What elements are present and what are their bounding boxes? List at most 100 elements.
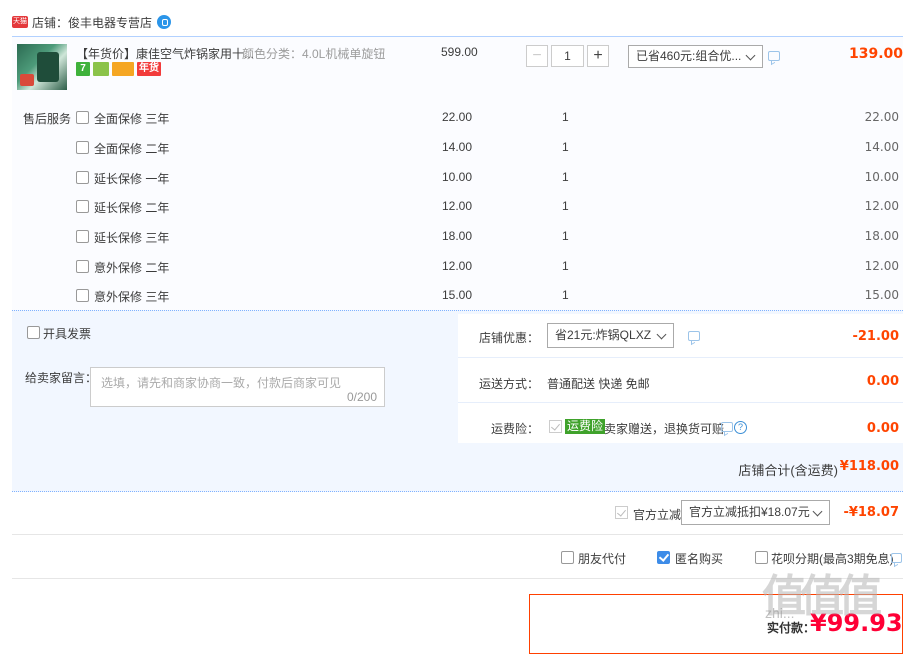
divider: [458, 402, 903, 403]
item-promo-value: 已省460元:组合优...: [636, 49, 742, 63]
official-discount-label: 官方立减: [633, 508, 682, 522]
service-total: 12.00: [864, 199, 899, 213]
chevron-down-icon: [745, 50, 756, 61]
chevron-down-icon: [812, 506, 823, 517]
anonymous-purchase-label[interactable]: 匿名购买: [675, 550, 723, 567]
service-row: 延长保修 二年 12.00 1 12.00: [0, 197, 911, 217]
chevron-down-icon: [656, 329, 667, 340]
delivery-value: 普通配送 快递 免邮: [547, 377, 650, 391]
service-price: 12.00: [442, 199, 473, 213]
shop-total-value: ¥118.00: [839, 459, 899, 474]
service-qty: 1: [562, 229, 569, 243]
divider: [12, 534, 903, 535]
shop-discount-select[interactable]: 省21元:炸锅QLXZ: [547, 323, 674, 348]
friend-pay-checkbox[interactable]: [561, 551, 574, 564]
service-qty: 1: [562, 110, 569, 124]
service-checkbox[interactable]: [76, 230, 89, 243]
help-question-icon[interactable]: ?: [734, 421, 747, 434]
qty-plus-button[interactable]: +: [587, 45, 609, 67]
qty-minus-button[interactable]: −: [526, 45, 548, 67]
official-discount-checkbox: [615, 506, 628, 519]
service-checkbox[interactable]: [76, 141, 89, 154]
service-price: 12.00: [442, 259, 473, 273]
invoice-checkbox[interactable]: [27, 326, 40, 339]
freight-insurance-text: 卖家赠送，退换货可赔: [604, 422, 725, 436]
service-name: 延长保修 二年: [94, 201, 170, 215]
delivery-label: 运送方式：: [479, 377, 540, 391]
seven-day-return-badge[interactable]: 7: [76, 62, 90, 76]
service-qty: 1: [562, 140, 569, 154]
service-name: 意外保修 二年: [94, 261, 170, 275]
service-total: 18.00: [864, 229, 899, 243]
service-total: 10.00: [864, 170, 899, 184]
service-checkbox[interactable]: [76, 171, 89, 184]
qty-input[interactable]: 1: [551, 45, 584, 67]
service-row: 意外保修 三年 15.00 1 15.00: [0, 286, 911, 306]
service-qty: 1: [562, 259, 569, 273]
service-qty: 1: [562, 199, 569, 213]
service-total: 15.00: [864, 288, 899, 302]
seller-memo-textarea[interactable]: 选填，请先和商家协商一致，付款后商家可见 0/200: [90, 367, 385, 407]
card-payment-badge-icon[interactable]: [112, 62, 134, 76]
service-checkbox[interactable]: [76, 200, 89, 213]
official-discount-amount: -¥18.07: [843, 505, 899, 520]
service-price: 10.00: [442, 170, 473, 184]
service-checkbox[interactable]: [76, 111, 89, 124]
service-row: 全面保修 三年 22.00 1 22.00: [0, 108, 911, 128]
product-badges: 7 年货: [76, 62, 161, 76]
service-name: 全面保修 三年: [94, 112, 170, 126]
shop-discount-amount: -21.00: [852, 329, 899, 344]
invoice-label: 开具发票: [43, 327, 92, 341]
product-title[interactable]: 【年货价】康佳空气炸锅家用十...: [76, 45, 254, 62]
service-row: 延长保修 三年 18.00 1 18.00: [0, 227, 911, 247]
item-subtotal: 139.00: [849, 46, 904, 62]
official-discount-select[interactable]: 官方立减抵扣¥18.07元: [681, 500, 830, 525]
official-discount-value: 官方立减抵扣¥18.07元: [689, 505, 810, 519]
service-total: 22.00: [864, 110, 899, 124]
service-name: 全面保修 二年: [94, 142, 170, 156]
service-price: 14.00: [442, 140, 473, 154]
service-name: 延长保修 三年: [94, 231, 170, 245]
service-row: 全面保修 二年 14.00 1 14.00: [0, 138, 911, 158]
memo-placeholder: 选填，请先和商家协商一致，付款后商家可见: [101, 376, 342, 390]
freight-insurance-label: 运费险：: [491, 422, 540, 436]
service-total: 12.00: [864, 259, 899, 273]
freight-insurance-checkbox: [549, 420, 562, 433]
service-checkbox[interactable]: [76, 289, 89, 302]
wangwang-chat-icon[interactable]: [157, 15, 172, 29]
item-promo-select[interactable]: 已省460元:组合优...: [628, 45, 763, 68]
shop-discount-value: 省21元:炸锅QLXZ: [555, 328, 652, 342]
freight-amount: 0.00: [866, 421, 899, 436]
service-name: 延长保修 一年: [94, 172, 170, 186]
unit-price: 599.00: [441, 45, 478, 59]
friend-pay-label[interactable]: 朋友代付: [578, 550, 626, 567]
shop-header: 天猫 店铺：俊丰电器专营店: [12, 12, 172, 32]
service-row: 延长保修 一年 10.00 1 10.00: [0, 168, 911, 188]
freight-insurance-tag: 运费险: [565, 419, 606, 434]
service-qty: 1: [562, 288, 569, 302]
guarantee-badge-icon[interactable]: [93, 62, 109, 76]
shop-total-label: 店铺合计(含运费): [738, 463, 838, 478]
service-name: 意外保修 三年: [94, 290, 170, 304]
product-thumbnail[interactable]: [17, 44, 67, 90]
watermark-site: zhi...: [765, 605, 795, 621]
discount-info-icon[interactable]: [688, 331, 700, 341]
service-qty: 1: [562, 170, 569, 184]
service-price: 18.00: [442, 229, 473, 243]
anonymous-purchase-checkbox[interactable]: [657, 551, 670, 564]
service-row: 意外保修 二年 12.00 1 12.00: [0, 257, 911, 277]
shop-name-link[interactable]: 店铺：俊丰电器专营店: [32, 14, 152, 31]
memo-label: 给卖家留言：: [25, 371, 98, 385]
new-year-badge[interactable]: 年货: [137, 62, 161, 76]
tmall-logo-icon: 天猫: [12, 16, 28, 28]
product-sku: 颜色分类：4.0L机械单旋钮: [242, 47, 386, 61]
service-total: 14.00: [864, 140, 899, 154]
service-price: 15.00: [442, 288, 473, 302]
promo-info-icon[interactable]: [768, 51, 780, 61]
service-price: 22.00: [442, 110, 473, 124]
memo-char-count: 0/200: [346, 390, 377, 404]
delivery-amount: 0.00: [866, 374, 899, 389]
freight-info-icon[interactable]: [721, 422, 733, 432]
service-checkbox[interactable]: [76, 260, 89, 273]
shop-discount-label: 店铺优惠：: [479, 331, 540, 345]
